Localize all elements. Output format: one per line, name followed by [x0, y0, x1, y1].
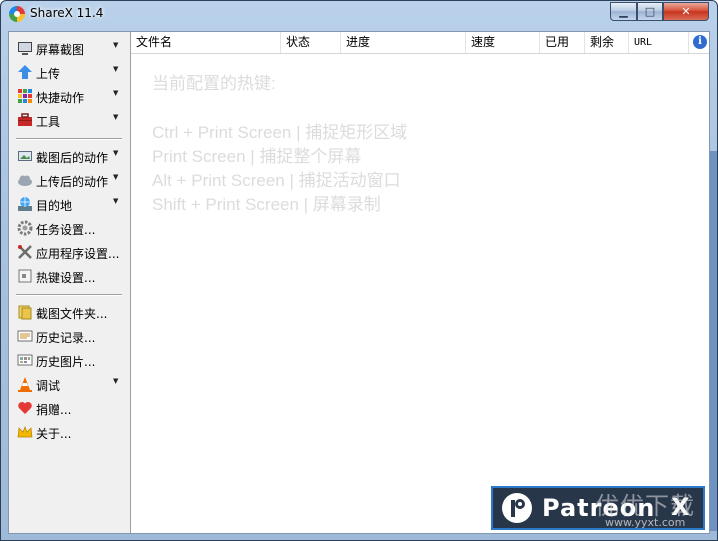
- menu-label: 截图后的动作: [36, 151, 109, 165]
- column-header-elapsed[interactable]: 已用: [540, 32, 585, 53]
- close-icon: ✕: [681, 5, 691, 18]
- sidebar-menu: 屏幕截图 ▼ 上传 ▼ 快捷动作 ▼ 工具 ▼ 截图后的动作 ▼ 上传后的动作 …: [9, 32, 131, 533]
- separator: [16, 294, 122, 296]
- upload-arrow-icon: [18, 65, 32, 79]
- column-header-remaining[interactable]: 剩余: [585, 32, 629, 53]
- column-header-filename[interactable]: 文件名: [131, 32, 281, 53]
- menu-label: 任务设置...: [36, 223, 96, 237]
- column-header-progress[interactable]: 进度: [341, 32, 466, 53]
- menu-item-image-history[interactable]: 历史图片...: [9, 349, 129, 371]
- submenu-arrow-icon: ▼: [113, 89, 119, 97]
- maximize-button[interactable]: □: [637, 2, 663, 21]
- toolbox-icon: [18, 113, 32, 126]
- menu-label: 上传后的动作: [36, 175, 109, 189]
- menu-label: 工具: [36, 115, 61, 129]
- menu-item-app-settings[interactable]: 应用程序设置...: [9, 241, 129, 263]
- wrench-icon: [18, 245, 32, 259]
- menu-label: 目的地: [36, 199, 73, 213]
- watermark-url: www.yyxt.com: [605, 516, 686, 529]
- menu-item-history[interactable]: 历史记录...: [9, 325, 129, 347]
- menu-label: 历史图片...: [36, 355, 96, 369]
- gear-icon: [17, 220, 33, 236]
- client-area: 屏幕截图 ▼ 上传 ▼ 快捷动作 ▼ 工具 ▼ 截图后的动作 ▼ 上传后的动作 …: [8, 31, 710, 534]
- menu-item-tools[interactable]: 工具 ▼: [9, 109, 129, 131]
- menu-label: 捐赠...: [36, 403, 72, 417]
- menu-item-destinations[interactable]: 目的地 ▼: [9, 193, 129, 215]
- hotkey-line: Ctrl + Print Screen | 捕捉矩形区域: [152, 123, 408, 142]
- submenu-arrow-icon: ▼: [113, 149, 119, 157]
- separator: [16, 138, 122, 140]
- menu-item-screenshots-folder[interactable]: 截图文件夹...: [9, 301, 129, 323]
- column-header-status[interactable]: 状态: [281, 32, 341, 53]
- submenu-arrow-icon: ▼: [113, 197, 119, 205]
- menu-item-about[interactable]: 关于...: [9, 421, 129, 443]
- window-title: ShareX 11.4: [30, 6, 104, 20]
- monitor-icon: [18, 42, 32, 55]
- task-list-area[interactable]: 文件名 状态 进度 速度 已用 剩余 URL i 当前配置的热键: Ctrl +…: [131, 32, 709, 533]
- cloud-icon: [18, 175, 32, 186]
- image-history-icon: [17, 354, 33, 366]
- menu-label: 应用程序设置...: [36, 247, 120, 261]
- hotkeys-heading: 当前配置的热键:: [152, 74, 276, 93]
- window-frame-edge: [710, 151, 717, 531]
- menu-item-after-upload[interactable]: 上传后的动作 ▼: [9, 169, 129, 191]
- menu-label: 快捷动作: [36, 91, 85, 105]
- hotkey-line: Alt + Print Screen | 捕捉活动窗口: [152, 171, 401, 190]
- info-icon[interactable]: i: [693, 35, 707, 49]
- menu-item-upload[interactable]: 上传 ▼: [9, 61, 129, 83]
- grid-icon: [18, 89, 32, 103]
- hotkey-line: Print Screen | 捕捉整个屏幕: [152, 147, 362, 166]
- menu-label: 截图文件夹...: [36, 307, 108, 321]
- history-icon: [17, 330, 33, 342]
- menu-label: 历史记录...: [36, 331, 96, 345]
- menu-label: 热键设置...: [36, 271, 96, 285]
- menu-item-task-settings[interactable]: 任务设置...: [9, 217, 129, 239]
- column-header-speed[interactable]: 速度: [466, 32, 540, 53]
- hotkey-line: Shift + Print Screen | 屏幕录制: [152, 195, 381, 214]
- traffic-cone-icon: [18, 377, 32, 392]
- submenu-arrow-icon: ▼: [113, 65, 119, 73]
- menu-item-hotkey-settings[interactable]: 热键设置...: [9, 265, 129, 287]
- list-header: 文件名 状态 进度 速度 已用 剩余 URL i: [131, 32, 709, 54]
- menu-label: 调试: [36, 379, 61, 393]
- minimize-button[interactable]: ▁: [610, 2, 637, 21]
- submenu-arrow-icon: ▼: [113, 173, 119, 181]
- column-header-url[interactable]: URL: [629, 32, 689, 53]
- heart-icon: [18, 402, 32, 414]
- menu-item-donate[interactable]: 捐赠...: [9, 397, 129, 419]
- sharex-window: ShareX 11.4 ▁ □ ✕ 屏幕截图 ▼ 上传 ▼ 快捷动作 ▼ 工具 …: [0, 0, 718, 541]
- maximize-icon: □: [644, 5, 656, 18]
- menu-item-debug[interactable]: 调试 ▼: [9, 373, 129, 395]
- menu-label: 关于...: [36, 427, 72, 441]
- submenu-arrow-icon: ▼: [113, 41, 119, 49]
- menu-item-quick-actions[interactable]: 快捷动作 ▼: [9, 85, 129, 107]
- close-button[interactable]: ✕: [663, 2, 709, 21]
- crown-icon: [17, 426, 33, 438]
- menu-item-screenshot[interactable]: 屏幕截图 ▼: [9, 37, 129, 59]
- sharex-logo-icon: [9, 6, 25, 22]
- submenu-arrow-icon: ▼: [113, 377, 119, 385]
- title-bar[interactable]: ShareX 11.4 ▁ □ ✕: [1, 1, 717, 28]
- menu-label: 屏幕截图: [36, 43, 85, 57]
- minimize-icon: ▁: [619, 5, 628, 18]
- keyboard-icon: [18, 269, 32, 283]
- folder-icon: [18, 305, 32, 320]
- submenu-arrow-icon: ▼: [113, 113, 119, 121]
- patreon-logo-icon: [502, 493, 532, 523]
- menu-item-after-capture[interactable]: 截图后的动作 ▼: [9, 145, 129, 167]
- menu-label: 上传: [36, 67, 61, 81]
- globe-drive-icon: [18, 197, 32, 211]
- image-action-icon: [18, 151, 32, 161]
